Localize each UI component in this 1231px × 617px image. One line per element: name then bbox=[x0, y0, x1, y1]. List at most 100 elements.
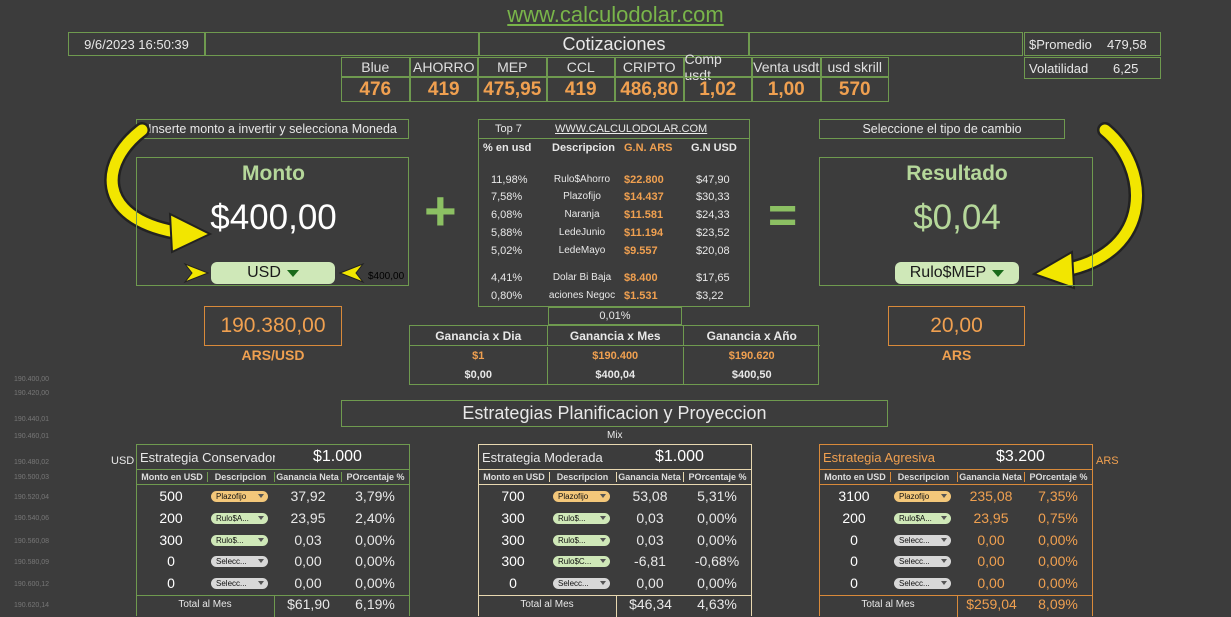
ganancia-ars-1: $190.400 bbox=[546, 347, 684, 365]
strategy-monto-input[interactable]: 300 bbox=[479, 553, 547, 569]
strategy-monto-input[interactable]: 200 bbox=[137, 510, 205, 526]
strategy-desc-select[interactable]: Rulo$A... bbox=[211, 513, 268, 524]
top7-link[interactable]: WWW.CALCULODOLAR.COM bbox=[555, 123, 707, 135]
top7-row: 5,88% LedeJunio $11.194 $23,52 bbox=[479, 227, 749, 245]
ganancia-header-1: Ganancia x Mes bbox=[546, 326, 683, 346]
top7-pct: 6,08% bbox=[491, 209, 523, 221]
strategy-monto-input[interactable]: 300 bbox=[479, 532, 547, 548]
header-spacer-left bbox=[205, 32, 479, 56]
strategy-desc-select[interactable]: Selecc... bbox=[553, 578, 610, 589]
top7-usd: $30,33 bbox=[696, 191, 730, 203]
strategy-desc-select[interactable]: Selecc... bbox=[894, 535, 951, 546]
ganancia-header-0: Ganancia x Dia bbox=[410, 326, 547, 346]
strategy-monto-input[interactable]: 0 bbox=[479, 575, 547, 591]
strategy-monto-input[interactable]: 200 bbox=[820, 510, 888, 526]
currency-select[interactable]: USD bbox=[211, 262, 335, 284]
rate-type-select[interactable]: Rulo$MEP bbox=[895, 262, 1019, 284]
ars-result-label: ARS bbox=[941, 347, 972, 363]
site-link[interactable]: www.calculodolar.com bbox=[0, 2, 1231, 28]
strategy-desc-select[interactable]: Plazofijo bbox=[553, 491, 610, 502]
ganancia-usd-0: $0,00 bbox=[464, 368, 493, 381]
ars-usd-label: ARS/USD bbox=[241, 347, 305, 363]
strategy-desc-select[interactable]: Rulo$... bbox=[211, 535, 268, 546]
ghost-value: 190.600,12 bbox=[14, 581, 50, 588]
ghost-value: 190.420,00 bbox=[14, 390, 50, 397]
strategy-desc-select[interactable]: Selecc... bbox=[894, 578, 951, 589]
strategy-panel-2: Estrategia Agresiva $3.200 Monto en USD Des… bbox=[819, 444, 1093, 617]
top7-usd: $24,33 bbox=[696, 209, 730, 221]
equals-sign: = bbox=[768, 187, 798, 243]
top7-desc: Rulo$Ahorro bbox=[553, 174, 611, 185]
rate-value-1: 419 bbox=[409, 77, 478, 102]
strategy-name: Estrategia Conservador bbox=[140, 450, 275, 465]
ars-result-value: 20,00 bbox=[888, 306, 1025, 346]
top7-usd: $3,22 bbox=[696, 290, 724, 302]
strategy-desc-select[interactable]: Rulo$... bbox=[553, 513, 610, 524]
strategy-desc-select[interactable]: Rulo$... bbox=[553, 535, 610, 546]
ghost-value: 190.620,14 bbox=[14, 602, 50, 609]
top7-pct: 4,41% bbox=[491, 272, 523, 284]
top7-desc: aciones Negoc bbox=[548, 290, 616, 301]
monto-side-value: $400,00 bbox=[368, 271, 405, 282]
strategy-desc-select[interactable]: Rulo$A... bbox=[894, 513, 951, 524]
strategy-desc-select[interactable]: Plazofijo bbox=[894, 491, 951, 502]
strategy-desc-select[interactable]: Selecc... bbox=[211, 556, 268, 567]
top7-ars: $11.194 bbox=[624, 227, 664, 239]
rate-name-4: CRIPTO bbox=[615, 57, 684, 77]
strategy-panel-1: Estrategia Moderada $1.000 Monto en USD Des… bbox=[478, 444, 752, 617]
top7-header-3: G.N USD bbox=[691, 142, 737, 154]
top7-row: 11,98% Rulo$Ahorro $22.800 $47,90 bbox=[479, 174, 749, 192]
divider bbox=[820, 469, 1092, 470]
strategy-footer-pct: 8,09% bbox=[1038, 596, 1078, 612]
strategy-pct: 3,79% bbox=[355, 488, 395, 504]
top7-desc: Dolar Bi Baja bbox=[552, 272, 612, 283]
rate-name-0: Blue bbox=[341, 57, 410, 77]
strategy-monto-input[interactable]: 300 bbox=[479, 510, 547, 526]
strategy-pct: 5,31% bbox=[697, 488, 737, 504]
top7-ars: $14.437 bbox=[624, 191, 664, 203]
strategy-neta: 0,00 bbox=[636, 575, 664, 591]
header-spacer-right bbox=[749, 32, 1023, 56]
usd-label: USD bbox=[111, 455, 135, 467]
ars-label: ARS bbox=[1096, 455, 1119, 467]
rate-type-value: Rulo$MEP bbox=[909, 264, 987, 281]
strategy-monto-input[interactable]: 0 bbox=[820, 553, 888, 569]
strategy-neta: 0,00 bbox=[977, 553, 1005, 569]
datetime: 9/6/2023 16:50:39 bbox=[68, 32, 205, 56]
top7-row: 4,41% Dolar Bi Baja $8.400 $17,65 bbox=[479, 272, 749, 290]
divider bbox=[137, 484, 409, 485]
ghost-value: 190.520,04 bbox=[14, 494, 50, 501]
monto-input[interactable]: $400,00 bbox=[137, 198, 410, 238]
strategy-desc-select[interactable]: Plazofijo bbox=[211, 491, 268, 502]
strategy-name: Estrategia Moderada bbox=[482, 450, 603, 465]
top7-pct: 7,58% bbox=[491, 191, 523, 203]
top7-row: 0,80% aciones Negoc $1.531 $3,22 bbox=[479, 290, 749, 308]
strategy-monto-input[interactable]: 300 bbox=[137, 532, 205, 548]
volatilidad-box: Volatilidad 6,25 bbox=[1024, 57, 1161, 79]
strategy-footer-label: Total al Mes bbox=[178, 599, 232, 610]
strategy-monto-input[interactable]: 0 bbox=[820, 575, 888, 591]
strategy-header: Descripcion bbox=[207, 472, 273, 482]
top7-pct: 5,88% bbox=[491, 227, 523, 239]
rate-value-0: 476 bbox=[341, 77, 410, 102]
strategy-footer-label: Total al Mes bbox=[861, 599, 915, 610]
divider bbox=[479, 138, 749, 139]
strategy-desc-select[interactable]: Rulo$C... bbox=[553, 556, 610, 567]
strategy-neta: 0,00 bbox=[294, 575, 322, 591]
strategy-monto-input[interactable]: 500 bbox=[137, 488, 205, 504]
strategy-desc-select[interactable]: Selecc... bbox=[211, 578, 268, 589]
strategy-monto-input[interactable]: 0 bbox=[820, 532, 888, 548]
rate-value-7: 570 bbox=[820, 77, 889, 102]
top7-footer: 0,01% bbox=[548, 307, 682, 325]
promedio-value: 479,58 bbox=[1107, 37, 1147, 52]
top7-usd: $47,90 bbox=[696, 174, 730, 186]
top7-ars: $9.557 bbox=[624, 245, 658, 257]
strategy-monto-input[interactable]: 0 bbox=[137, 575, 205, 591]
strategy-monto-input[interactable]: 700 bbox=[479, 488, 547, 504]
ghost-value: 190.480,02 bbox=[14, 459, 50, 466]
ghost-value: 190.540,06 bbox=[14, 515, 50, 522]
rate-name-5: Comp usdt bbox=[683, 51, 752, 83]
strategy-monto-input[interactable]: 3100 bbox=[820, 488, 888, 504]
strategy-desc-select[interactable]: Selecc... bbox=[894, 556, 951, 567]
strategy-monto-input[interactable]: 0 bbox=[137, 553, 205, 569]
